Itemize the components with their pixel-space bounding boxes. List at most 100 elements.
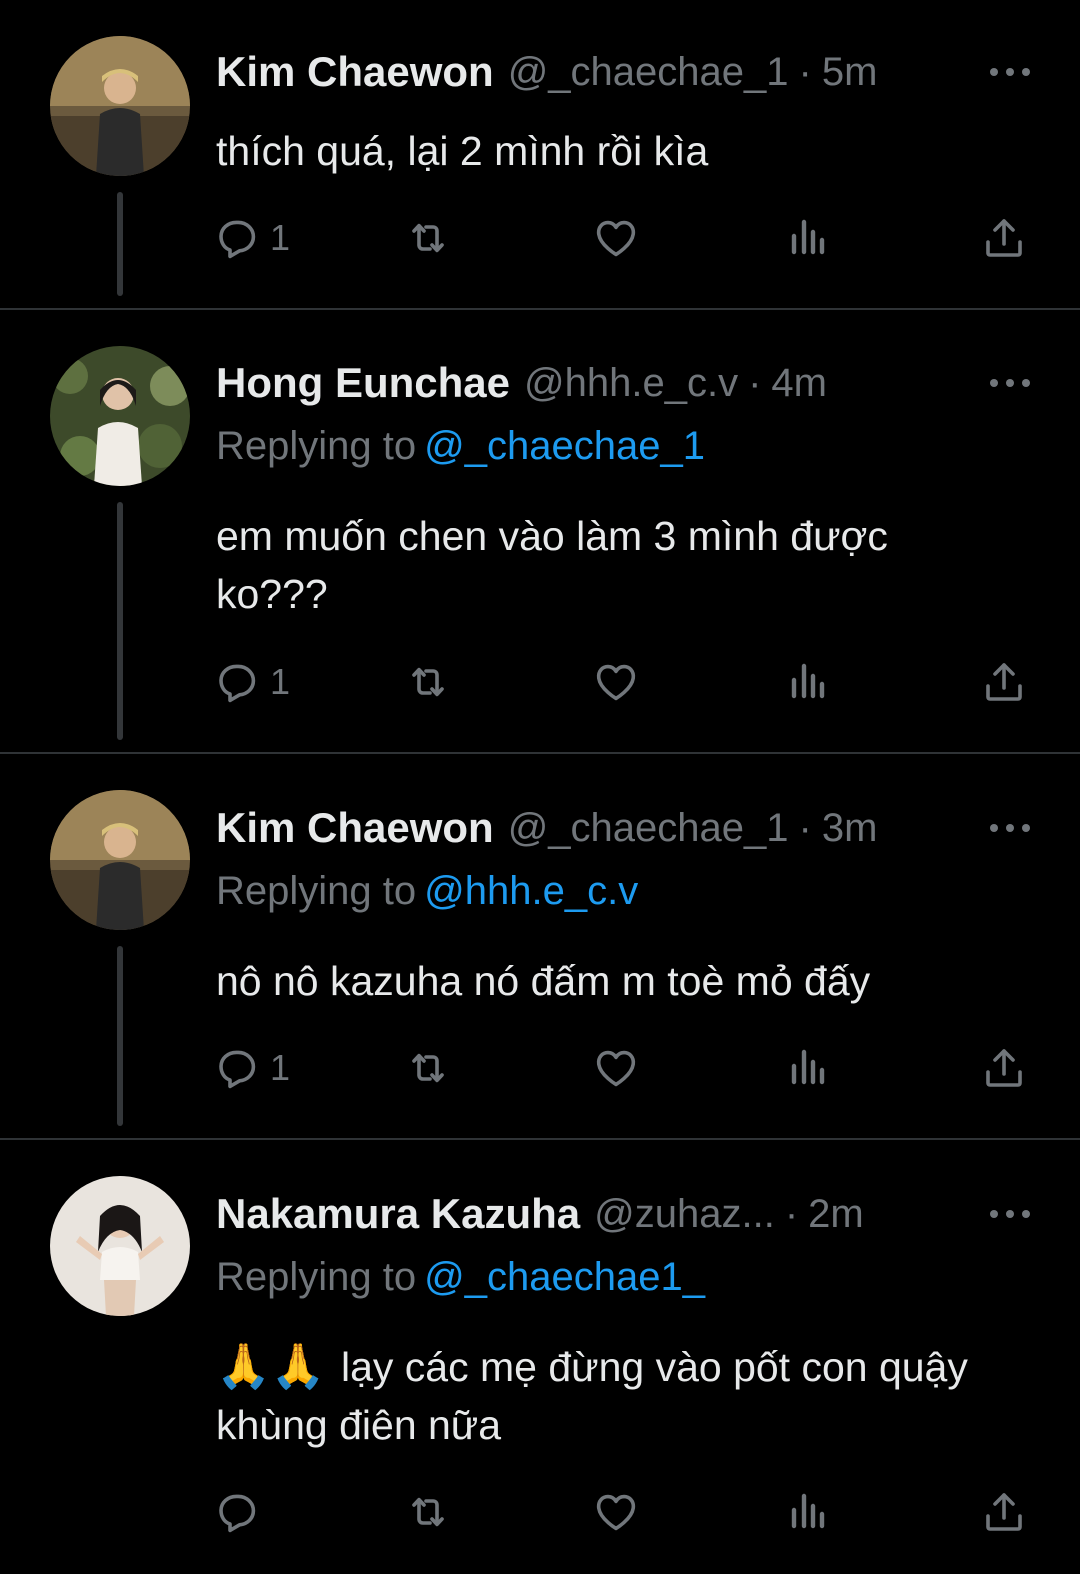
tweet-header: Kim Chaewon @_chaechae_1 · 5m [216, 44, 1050, 100]
tweet-text: 🙏🙏 lạy các mẹ đừng vào pốt con quậy khùn… [216, 1338, 1040, 1454]
reply-button[interactable]: 1 [212, 652, 290, 712]
retweet-button[interactable] [404, 652, 452, 712]
share-button[interactable] [980, 1482, 1028, 1542]
replying-to: Replying to @_chaechae_1 [216, 424, 705, 474]
avatar[interactable] [50, 1176, 190, 1316]
tweet-text: nô nô kazuha nó đấm m toè mỏ đấy [216, 958, 871, 1004]
tweet-text: em muốn chen vào làm 3 mình được ko??? [216, 507, 1040, 623]
retweet-icon [404, 658, 452, 706]
praying-hands-icon: 🙏🙏 [216, 1342, 326, 1391]
avatar-photo-icon [50, 790, 190, 930]
tweet-2[interactable]: Hong Eunchae @hhh.e_c.v · 4m Replying to… [0, 310, 1080, 752]
views-button[interactable] [784, 652, 832, 712]
more-icon[interactable] [990, 44, 1030, 100]
avatar-photo-icon [50, 346, 190, 486]
reply-button[interactable]: 1 [212, 208, 290, 268]
replying-to: Replying to @_chaechae1_ [216, 1255, 705, 1305]
timestamp[interactable]: 3m [822, 806, 878, 851]
retweet-icon [404, 1044, 452, 1092]
tweet-actions: 1 [0, 208, 1080, 268]
like-button[interactable] [592, 652, 640, 712]
avatar[interactable] [50, 36, 190, 176]
like-icon [592, 658, 640, 706]
tweet-actions: 1 [0, 652, 1080, 712]
tweet-text-line: em muốn chen vào làm 3 mình được [216, 513, 888, 559]
separator-dot: · [798, 49, 812, 94]
mention-link[interactable]: @_chaechae_1 [424, 424, 705, 468]
reply-count: 1 [270, 661, 291, 702]
mention-link[interactable]: @_chaechae1_ [424, 1255, 705, 1299]
reply-count: 1 [270, 217, 291, 258]
views-icon [784, 214, 832, 262]
timestamp[interactable]: 5m [822, 50, 878, 95]
views-icon [784, 658, 832, 706]
share-button[interactable] [980, 652, 1028, 712]
display-name[interactable]: Kim Chaewon [216, 804, 494, 852]
timestamp[interactable]: 2m [808, 1192, 864, 1237]
retweet-button[interactable] [404, 1482, 452, 1542]
reply-button[interactable] [212, 1482, 270, 1542]
separator-dot: · [784, 1191, 799, 1236]
more-icon[interactable] [990, 1186, 1030, 1242]
like-icon [592, 1044, 640, 1092]
tweet-header: Hong Eunchae @hhh.e_c.v · 4m [216, 355, 1050, 411]
retweet-icon [404, 1488, 452, 1536]
tweet-header: Nakamura Kazuha @zuhaz... · 2m [216, 1186, 1050, 1242]
replying-label: Replying to [216, 869, 417, 913]
tweet-actions [0, 1482, 1080, 1542]
reply-button[interactable]: 1 [212, 1038, 290, 1098]
reply-icon [212, 214, 260, 262]
tweet-header: Kim Chaewon @_chaechae_1 · 3m [216, 800, 1050, 856]
retweet-button[interactable] [404, 1038, 452, 1098]
user-handle[interactable]: @zuhaz... [594, 1192, 775, 1237]
tweet-text-line: 🙏🙏 lạy các mẹ đừng vào pốt con quậy [216, 1338, 1040, 1396]
user-handle[interactable]: @_chaechae_1 [508, 806, 789, 851]
avatar[interactable] [50, 790, 190, 930]
more-icon[interactable] [990, 355, 1030, 411]
tweet-3[interactable]: Kim Chaewon @_chaechae_1 · 3m Replying t… [0, 754, 1080, 1138]
like-icon [592, 214, 640, 262]
replying-label: Replying to [216, 1255, 417, 1299]
share-button[interactable] [980, 208, 1028, 268]
reply-icon [212, 658, 260, 706]
display-name[interactable]: Hong Eunchae [216, 359, 510, 407]
user-handle[interactable]: @_chaechae_1 [508, 50, 789, 95]
views-button[interactable] [784, 208, 832, 268]
views-icon [784, 1044, 832, 1092]
retweet-button[interactable] [404, 208, 452, 268]
tweet-text-line: ko??? [216, 571, 328, 617]
thread-connector [117, 946, 123, 1126]
tweet-1[interactable]: Kim Chaewon @_chaechae_1 · 5m thích quá,… [0, 0, 1080, 308]
avatar[interactable] [50, 346, 190, 486]
views-button[interactable] [784, 1482, 832, 1542]
tweet-actions: 1 [0, 1038, 1080, 1098]
tweet-text: thích quá, lại 2 mình rồi kìa [216, 128, 709, 174]
share-icon [980, 1044, 1028, 1092]
like-button[interactable] [592, 1038, 640, 1098]
timestamp[interactable]: 4m [771, 361, 827, 406]
replying-label: Replying to [216, 424, 417, 468]
separator-dot: · [748, 360, 762, 405]
views-button[interactable] [784, 1038, 832, 1098]
like-button[interactable] [592, 208, 640, 268]
share-button[interactable] [980, 1038, 1028, 1098]
reply-count: 1 [270, 1047, 291, 1088]
avatar-photo-icon [50, 1176, 190, 1316]
share-icon [980, 1488, 1028, 1536]
tweet-text-fragment: lạy các mẹ đừng vào pốt con quậy [340, 1344, 968, 1390]
more-icon[interactable] [990, 800, 1030, 856]
user-handle[interactable]: @hhh.e_c.v [524, 361, 738, 406]
reply-icon [212, 1488, 260, 1536]
share-icon [980, 214, 1028, 262]
tweet-4[interactable]: Nakamura Kazuha @zuhaz... · 2m Replying … [0, 1140, 1080, 1574]
tweet-text-line: khùng điên nữa [216, 1402, 502, 1448]
views-icon [784, 1488, 832, 1536]
mention-link[interactable]: @hhh.e_c.v [424, 869, 638, 913]
display-name[interactable]: Kim Chaewon [216, 48, 494, 96]
reply-icon [212, 1044, 260, 1092]
like-icon [592, 1488, 640, 1536]
like-button[interactable] [592, 1482, 640, 1542]
share-icon [980, 658, 1028, 706]
replying-to: Replying to @hhh.e_c.v [216, 869, 638, 919]
display-name[interactable]: Nakamura Kazuha [216, 1190, 580, 1238]
